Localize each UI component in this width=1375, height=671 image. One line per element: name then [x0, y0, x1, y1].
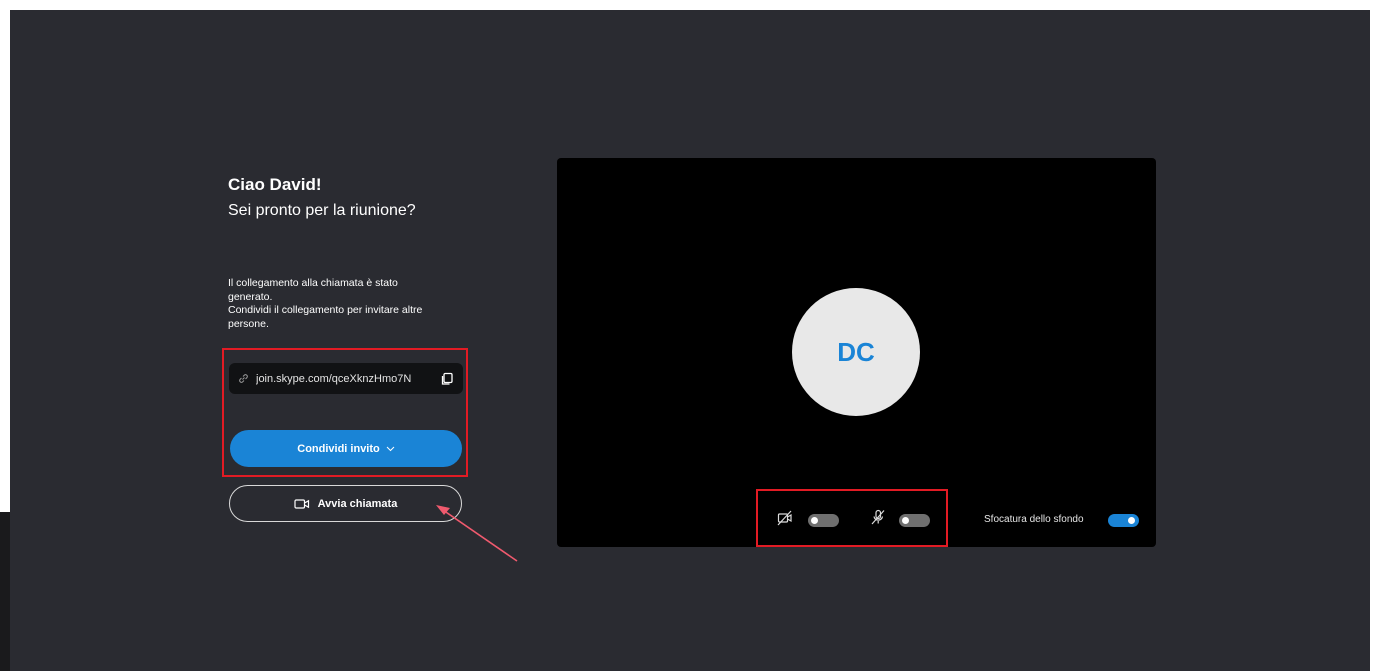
left-edge-strip: [0, 512, 10, 671]
background-blur-label: Sfocatura dello sfondo: [984, 514, 1084, 525]
greeting-subtitle: Sei pronto per la riunione?: [228, 202, 416, 219]
video-camera-icon: [294, 497, 310, 511]
info-line: generato.: [228, 290, 273, 303]
start-call-label: Avvia chiamata: [317, 497, 398, 510]
toggle-knob: [1128, 517, 1135, 524]
greeting-title: Ciao David!: [228, 175, 322, 194]
start-call-button[interactable]: Avvia chiamata: [229, 485, 462, 522]
info-line: Il collegamento alla chiamata è stato: [228, 277, 398, 289]
info-line: persone.: [228, 317, 269, 330]
info-line: Condividi il collegamento per invitare a…: [228, 304, 423, 316]
invite-highlight-box: [222, 348, 468, 477]
link-info-text: Il collegamento alla chiamata è stato ge…: [228, 277, 464, 331]
controls-highlight-box: [756, 489, 948, 547]
background-blur-toggle[interactable]: [1108, 514, 1139, 527]
avatar: DC: [792, 288, 920, 416]
